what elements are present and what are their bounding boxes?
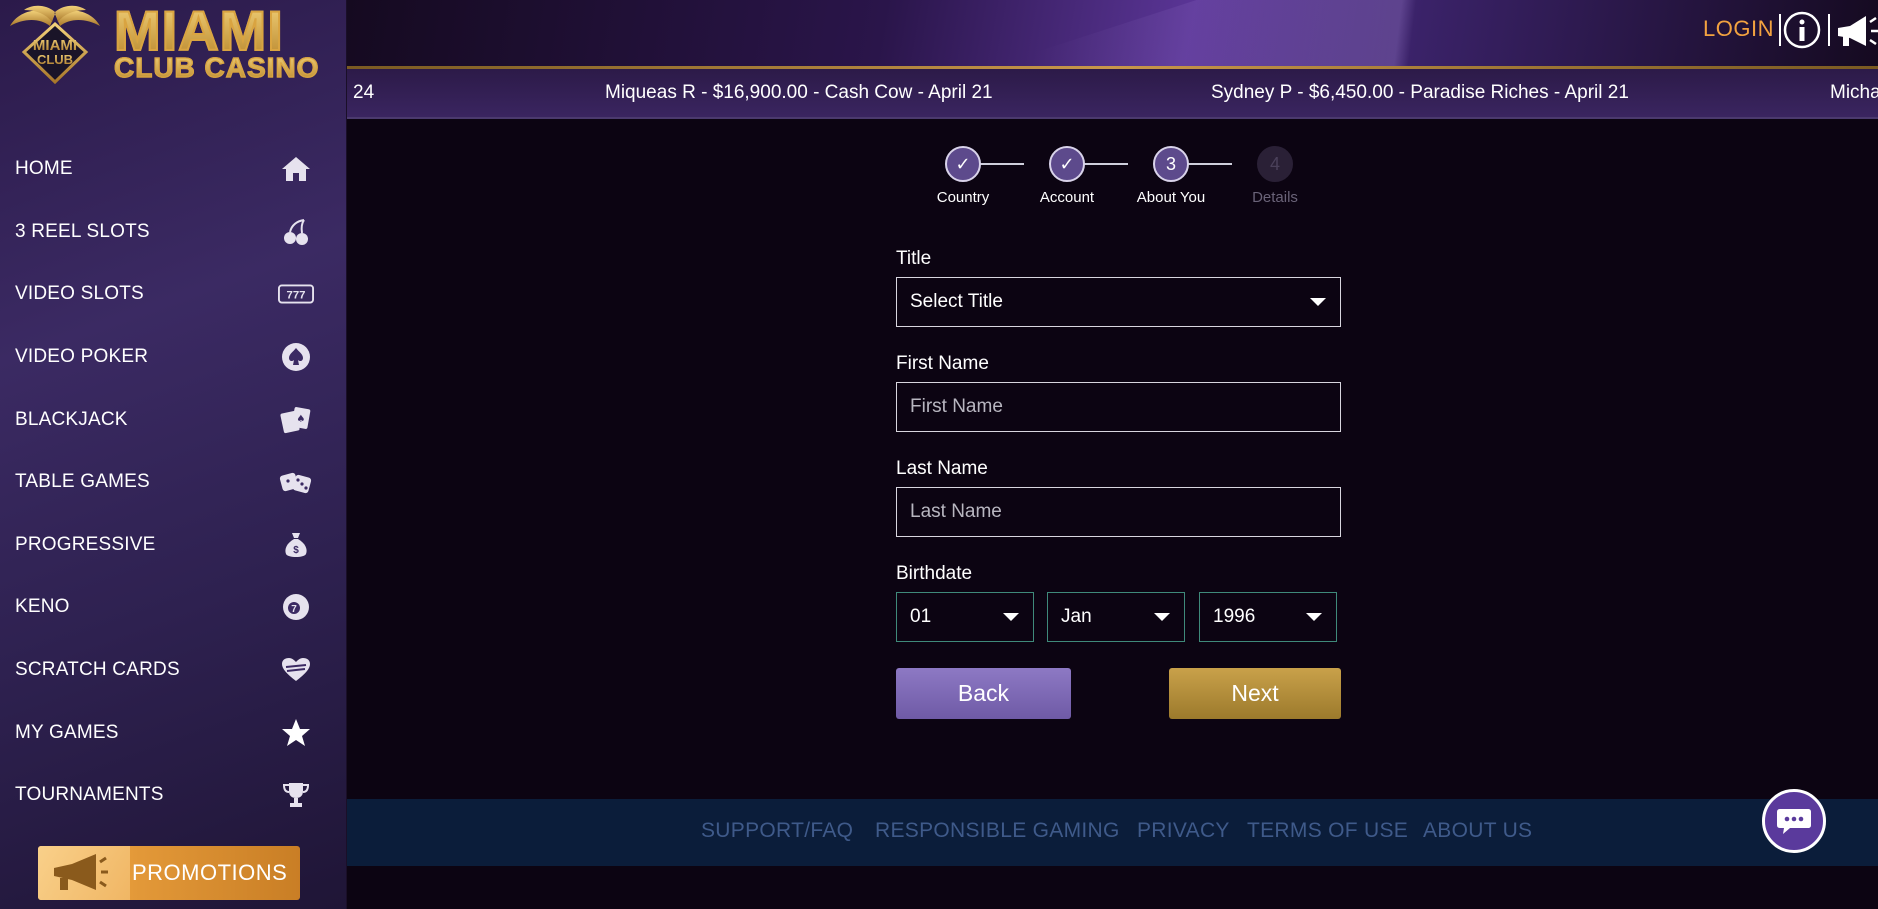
sidebar-item-label: 3 REEL SLOTS <box>15 220 150 242</box>
promotions-button[interactable]: PROMOTIONS <box>38 846 300 900</box>
sidebar-item-label: VIDEO POKER <box>15 346 149 368</box>
step-1-label: Country <box>936 189 990 206</box>
first-name-label: First Name <box>896 353 989 374</box>
svg-text:$: $ <box>293 545 299 556</box>
live-chat-button[interactable] <box>1762 789 1826 853</box>
chevron-down-icon <box>1154 613 1170 621</box>
step-4-label: Details <box>1252 189 1298 206</box>
birth-year-select[interactable]: 1996 <box>1199 592 1337 642</box>
cards-icon: ♠ <box>278 405 314 435</box>
dice-icon <box>278 467 314 497</box>
sidebar-item-label: KENO <box>15 596 70 618</box>
login-link[interactable]: LOGIN <box>1703 16 1774 42</box>
step-2-label: Account <box>1039 189 1095 206</box>
first-name-field[interactable]: First Name <box>896 382 1341 432</box>
sidebar-item-video-poker[interactable]: VIDEO POKER <box>0 326 347 389</box>
next-button[interactable]: Next <box>1169 668 1341 719</box>
birth-year-value: 1996 <box>1213 606 1256 627</box>
step-2-check-icon: ✓ <box>1049 146 1085 182</box>
first-name-placeholder: First Name <box>910 396 1003 417</box>
svg-text:7: 7 <box>291 604 297 615</box>
ticker-item: 24 <box>353 82 375 103</box>
star-icon <box>278 718 314 748</box>
home-icon <box>278 154 314 184</box>
birth-day-select[interactable]: 01 <box>896 592 1034 642</box>
footer-link-terms-of-use[interactable]: TERMS OF USE <box>1247 819 1408 843</box>
title-label: Title <box>896 248 932 269</box>
scratch-heart-icon <box>278 655 314 685</box>
birthdate-label: Birthdate <box>896 563 973 584</box>
casino-logo[interactable]: MIAMI CLUB MIAMI CLUB CASINO <box>4 0 344 90</box>
trophy-icon <box>278 780 314 810</box>
sidebar-item-tournaments[interactable]: TOURNAMENTS <box>0 764 347 827</box>
megaphone-promo-icon <box>54 854 108 890</box>
chevron-down-icon <box>1310 298 1326 306</box>
sidebar-item-label: TOURNAMENTS <box>15 784 164 806</box>
step-1-check-icon: ✓ <box>945 146 981 182</box>
last-name-field[interactable]: Last Name <box>896 487 1341 537</box>
sidebar-item-home[interactable]: HOME <box>0 138 347 201</box>
title-select[interactable]: Select Title <box>896 277 1341 327</box>
info-icon[interactable] <box>1783 11 1821 49</box>
last-name-label: Last Name <box>896 458 988 479</box>
sidebar-item-label: TABLE GAMES <box>15 471 150 493</box>
sidebar-item-label: SCRATCH CARDS <box>15 659 180 681</box>
footer-link-privacy[interactable]: PRIVACY <box>1137 819 1230 843</box>
promo-banner <box>38 846 130 900</box>
megaphone-icon[interactable] <box>1834 12 1878 50</box>
sidebar-item-scratch-cards[interactable]: SCRATCH CARDS <box>0 639 347 702</box>
sidebar-item-video-slots[interactable]: VIDEO SLOTS 777 <box>0 263 347 326</box>
header-separator <box>1828 14 1830 46</box>
ticker-item: Miqueas R - $16,900.00 - Cash Cow - Apri… <box>605 82 993 103</box>
spade-icon <box>278 342 314 372</box>
footer-link-support-faq[interactable]: SUPPORT/FAQ <box>701 819 853 843</box>
footer: SUPPORT/FAQ RESPONSIBLE GAMING PRIVACY T… <box>347 799 1878 866</box>
sidebar-item-my-games[interactable]: MY GAMES <box>0 701 347 764</box>
svg-text:777: 777 <box>287 290 306 302</box>
step-4-marker: 4 <box>1257 146 1293 182</box>
sidebar-item-label: HOME <box>15 158 73 180</box>
sidebar-item-label: BLACKJACK <box>15 408 128 430</box>
sidebar-nav: HOME 3 REEL SLOTS VIDEO SLOTS 777 VIDEO … <box>0 138 347 827</box>
sidebar-item-label: PROGRESSIVE <box>15 533 156 555</box>
chat-icon <box>1777 809 1811 834</box>
sidebar-item-progressive[interactable]: PROGRESSIVE $ <box>0 514 347 577</box>
header-light-beam <box>1033 0 1761 68</box>
ticker-item: Sydney P - $6,450.00 - Paradise Riches -… <box>1211 82 1629 103</box>
footer-link-responsible-gaming[interactable]: RESPONSIBLE GAMING <box>875 819 1120 843</box>
birth-day-value: 01 <box>910 606 932 627</box>
back-button[interactable]: Back <box>896 668 1071 719</box>
promotions-label: PROMOTIONS <box>132 860 288 885</box>
footer-link-about-us[interactable]: ABOUT US <box>1423 819 1532 843</box>
sidebar-item-3-reel-slots[interactable]: 3 REEL SLOTS <box>0 201 347 264</box>
sidebar-item-keno[interactable]: KENO 7 <box>0 576 347 639</box>
keno-ball-icon: 7 <box>278 592 314 622</box>
title-select-value: Select Title <box>910 291 1003 312</box>
sidebar-item-label: MY GAMES <box>15 721 119 743</box>
money-bag-icon: $ <box>278 530 314 560</box>
sidebar-item-table-games[interactable]: TABLE GAMES <box>0 451 347 514</box>
chevron-down-icon <box>1306 613 1322 621</box>
sidebar: MIAMI CLUB MIAMI CLUB CASINO HOME 3 REEL… <box>0 0 347 909</box>
winners-ticker: 24 Miqueas R - $16,900.00 - Cash Cow - A… <box>347 69 1878 119</box>
logo-subtitle: CLUB CASINO <box>113 51 320 83</box>
chevron-down-icon <box>1003 613 1019 621</box>
svg-text:CLUB: CLUB <box>37 52 73 67</box>
birth-month-value: Jan <box>1061 606 1092 627</box>
palm-emblem-icon: MIAMI CLUB <box>10 5 100 85</box>
birth-month-select[interactable]: Jan <box>1047 592 1185 642</box>
cherries-icon <box>278 217 314 247</box>
sidebar-item-blackjack[interactable]: BLACKJACK ♠ <box>0 388 347 451</box>
svg-text:♠: ♠ <box>297 414 306 425</box>
slot-777-icon: 777 <box>278 279 314 309</box>
sidebar-item-label: VIDEO SLOTS <box>15 283 144 305</box>
ticker-item: Micha <box>1830 82 1878 103</box>
step-3-marker: 3 <box>1153 146 1189 182</box>
top-header <box>347 0 1878 68</box>
step-3-label: About You <box>1136 189 1206 206</box>
registration-progress: ✓ Country ✓ Account 3 About You 4 Detail… <box>920 146 1320 216</box>
last-name-placeholder: Last Name <box>910 501 1002 522</box>
header-separator <box>1779 14 1781 46</box>
